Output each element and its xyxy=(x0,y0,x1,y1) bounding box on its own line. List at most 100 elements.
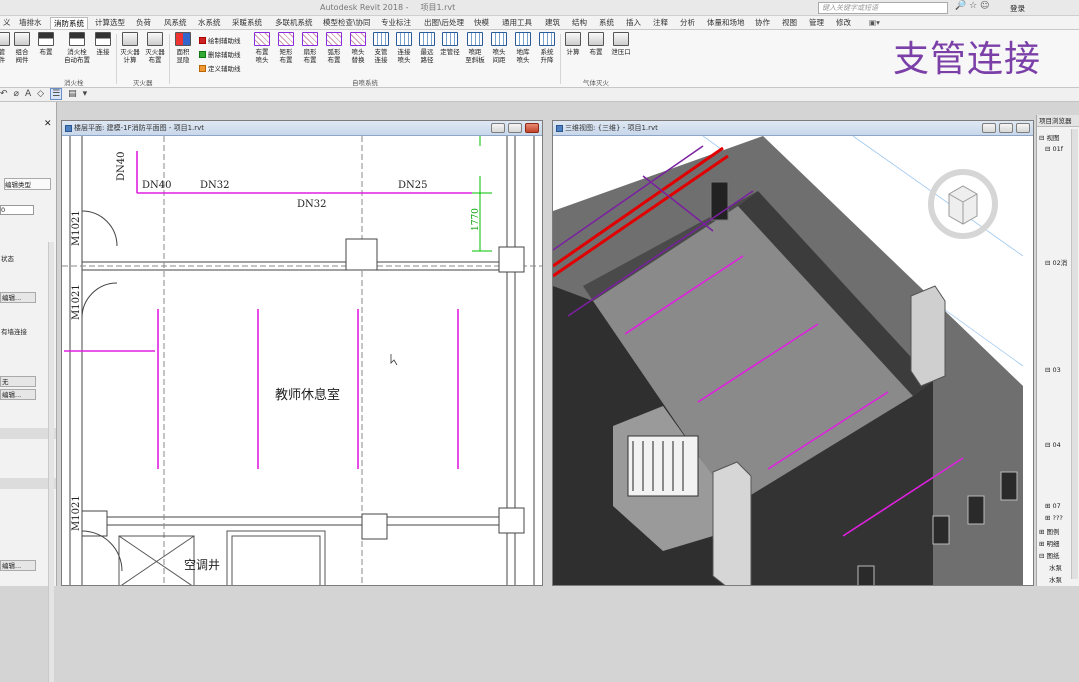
minimize-button[interactable] xyxy=(982,123,996,133)
gas-place-button[interactable]: 布置 xyxy=(585,32,607,56)
browser-item-pump-2[interactable]: 水泵 xyxy=(1049,574,1062,584)
slope-distance-button[interactable]: 喷距 至斜板 xyxy=(464,32,486,64)
browser-item-03[interactable]: ⊟ 03 xyxy=(1045,366,1061,374)
edit-button-2[interactable]: 编辑... xyxy=(0,389,36,400)
tab-overflow-icon[interactable]: ▣▾ xyxy=(866,17,883,29)
arc-layout-button[interactable]: 弧形 布置 xyxy=(323,32,345,64)
extinguisher-calc-button[interactable]: 灭火器 计算 xyxy=(119,32,141,64)
define-aux-line-button[interactable]: 定义辅助线 xyxy=(199,63,241,73)
sprinkler-place-button[interactable]: 布置 喷头 xyxy=(251,32,273,64)
binoculars-icon[interactable]: 🔎 xyxy=(955,1,966,11)
tab-12[interactable]: 快模 xyxy=(471,17,492,29)
garage-icon xyxy=(515,32,531,46)
3d-view-window[interactable]: 三维视图: {三维} - 项目1.rvt xyxy=(552,120,1034,586)
close-button[interactable] xyxy=(1016,123,1030,133)
text-icon[interactable]: A xyxy=(25,89,31,99)
login-button[interactable]: 登录 xyxy=(1010,3,1025,14)
tab-22[interactable]: 视图 xyxy=(779,17,800,29)
connect-sprinkler-button[interactable]: 连接 喷头 xyxy=(393,32,415,64)
tab-10[interactable]: 专业标注 xyxy=(378,17,414,29)
tab-24[interactable]: 修改 xyxy=(833,17,854,29)
valve-group-button[interactable]: 组合 阀件 xyxy=(11,32,33,64)
fan-layout-button[interactable]: 扇形 布置 xyxy=(299,32,321,64)
tab-4[interactable]: 负荷 xyxy=(133,17,154,29)
tab-16[interactable]: 系统 xyxy=(596,17,617,29)
sprinkler-spacing-button[interactable]: 喷头 间距 xyxy=(488,32,510,64)
browser-item-unknown[interactable]: ⊞ ??? xyxy=(1045,514,1063,522)
tab-9[interactable]: 模型检查\协同 xyxy=(320,17,374,29)
tab-19[interactable]: 分析 xyxy=(677,17,698,29)
tab-7[interactable]: 采暖系统 xyxy=(229,17,265,29)
hydrant-auto-button[interactable]: 消火栓 自动布置 xyxy=(64,32,90,64)
document-icon xyxy=(65,125,72,132)
tab-14[interactable]: 建筑 xyxy=(542,17,563,29)
browser-scrollbar[interactable] xyxy=(1071,129,1078,579)
browser-item-07[interactable]: ⊞ 07 xyxy=(1045,502,1061,510)
gas-calc-button[interactable]: 计算 xyxy=(562,32,584,56)
connect-button[interactable]: 连接 xyxy=(92,32,114,56)
title-icons[interactable]: 🔎 ☆ ☺ xyxy=(955,1,989,11)
undo-icon[interactable]: ↶ xyxy=(0,89,8,99)
thin-lines-icon[interactable]: ☰ xyxy=(50,88,63,100)
tab-fire-system[interactable]: 消防系统 xyxy=(50,17,88,29)
measure-icon[interactable]: ⌀ xyxy=(14,89,19,99)
restore-button[interactable] xyxy=(508,123,522,133)
branch-connect-button[interactable]: 支管 连接 xyxy=(370,32,392,64)
browser-item-legend[interactable]: ⊞ 图例 xyxy=(1039,526,1060,536)
none-dropdown[interactable]: 无 xyxy=(0,376,36,387)
browser-item-pump-1[interactable]: 水泵 xyxy=(1049,562,1062,572)
view-icon[interactable]: ◇ xyxy=(37,89,44,99)
tab-11[interactable]: 出图\后处理 xyxy=(421,17,467,29)
tab-13[interactable]: 通用工具 xyxy=(499,17,535,29)
tab-23[interactable]: 管理 xyxy=(806,17,827,29)
switch-window-icon[interactable]: ▤ xyxy=(68,89,77,99)
relief-port-button[interactable]: 泄压口 xyxy=(608,32,634,56)
tab-0[interactable]: 义 xyxy=(0,17,14,29)
garage-sprinkler-button[interactable]: 地库 喷头 xyxy=(512,32,534,64)
browser-item-sheets[interactable]: ⊟ 图纸 xyxy=(1039,550,1060,560)
plan-view-window[interactable]: 楼层平面: 建模-1F消防平面图 - 项目1.rvt DN40 DN40 DN3… xyxy=(61,120,543,586)
star-icon[interactable]: ☆ xyxy=(969,1,977,11)
3d-canvas[interactable] xyxy=(553,136,1034,586)
tab-3[interactable]: 计算选型 xyxy=(92,17,128,29)
farthest-path-button[interactable]: 最远 路径 xyxy=(416,32,438,64)
tab-17[interactable]: 插入 xyxy=(623,17,644,29)
tab-21[interactable]: 协作 xyxy=(752,17,773,29)
delete-aux-line-button[interactable]: 删除辅助线 xyxy=(199,49,241,59)
area-toggle-button[interactable]: 面积 显隐 xyxy=(172,32,194,64)
close-button[interactable] xyxy=(525,123,539,133)
floor-plan-canvas[interactable]: DN40 DN40 DN32 DN32 DN25 1770 M1021 M102… xyxy=(62,136,543,586)
minimize-button[interactable] xyxy=(491,123,505,133)
pipe-size-button[interactable]: 定管径 xyxy=(439,32,461,56)
value-field[interactable]: 0 xyxy=(0,205,34,215)
door-swing xyxy=(81,210,118,247)
system-lift-button[interactable]: 系统 升降 xyxy=(536,32,558,64)
browser-item-views[interactable]: ⊟ 视图 xyxy=(1039,132,1060,142)
close-icon[interactable]: ✕ xyxy=(44,119,52,129)
hydrant-place-button[interactable]: 布置 xyxy=(35,32,57,56)
edit-button[interactable]: 编辑... xyxy=(0,292,36,303)
extinguisher-place-button[interactable]: 灭火器 布置 xyxy=(144,32,166,64)
tab-15[interactable]: 结构 xyxy=(569,17,590,29)
browser-item-04[interactable]: ⊟ 04 xyxy=(1045,441,1061,449)
tab-8[interactable]: 多联机系统 xyxy=(272,17,316,29)
dropdown-icon[interactable]: ▾ xyxy=(83,89,88,99)
tab-1[interactable]: 墙排水 xyxy=(16,17,45,29)
tab-6[interactable]: 水系统 xyxy=(195,17,224,29)
sprinkler-replace-button[interactable]: 喷头 替换 xyxy=(347,32,369,64)
restore-button[interactable] xyxy=(999,123,1013,133)
user-icon[interactable]: ☺ xyxy=(980,1,989,11)
edit-button-3[interactable]: 编辑... xyxy=(0,560,36,571)
browser-item-schedule[interactable]: ⊞ 明细 xyxy=(1039,538,1060,548)
browser-item-01[interactable]: ⊟ 01f xyxy=(1045,145,1063,153)
tab-18[interactable]: 注释 xyxy=(650,17,671,29)
draw-aux-line-button[interactable]: 绘制辅助线 xyxy=(199,35,241,45)
search-input[interactable]: 键入关键字或短语 xyxy=(818,2,948,14)
edit-type-button[interactable]: 编辑类型 xyxy=(4,178,51,190)
properties-scrollbar[interactable] xyxy=(48,242,54,682)
tab-20[interactable]: 体量和场地 xyxy=(704,17,748,29)
browser-item-02[interactable]: ⊟ 02消 xyxy=(1045,257,1067,267)
project-browser-header: 项目浏览器 xyxy=(1037,115,1079,127)
rect-layout-button[interactable]: 矩形 布置 xyxy=(275,32,297,64)
tab-5[interactable]: 风系统 xyxy=(161,17,190,29)
